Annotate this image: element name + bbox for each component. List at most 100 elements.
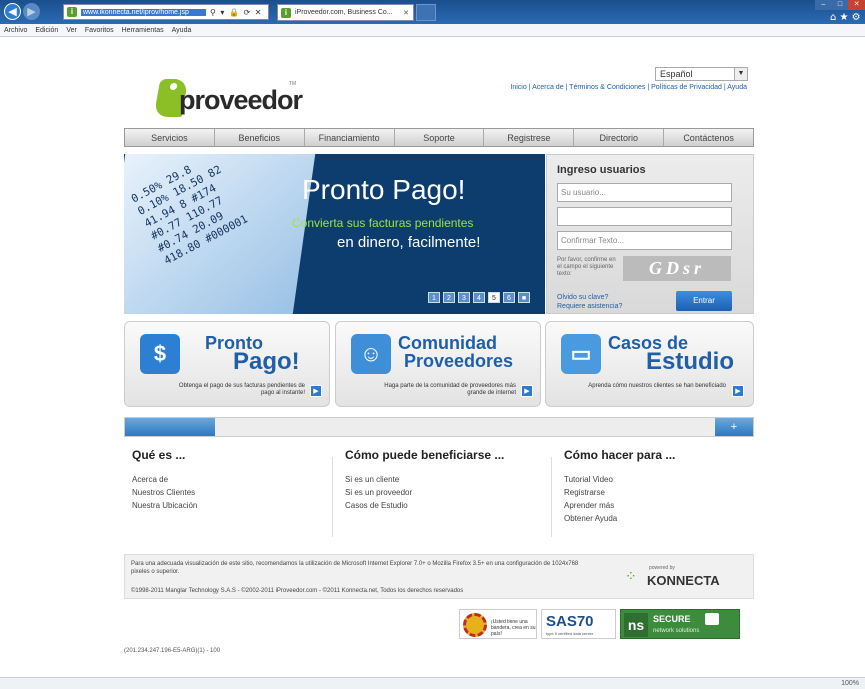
card-casos-estudio[interactable]: ▭ Casos de Estudio Aprenda cómo nuestros… (545, 321, 754, 407)
column-que-es: Qué es ... Acerca de Nuestros Clientes N… (132, 448, 322, 512)
col3-link-2[interactable]: Registrarse (564, 486, 754, 499)
contact-card-icon: ☺ (351, 334, 391, 374)
column-divider (551, 457, 552, 537)
card3-arrow-icon[interactable]: ▶ (732, 385, 744, 397)
forgot-password-link[interactable]: Olvido su clave? (557, 293, 622, 302)
col3-link-3[interactable]: Aprender más (564, 499, 754, 512)
col3-link-1[interactable]: Tutorial Video (564, 473, 754, 486)
expand-plus-icon[interactable]: + (715, 418, 753, 436)
pager-5[interactable]: 5 (488, 292, 500, 303)
tab-title: iProveedor.com, Business Co... (295, 9, 393, 16)
login-panel: Ingreso usuarios Su usuario... Confirmar… (546, 154, 754, 314)
banner-line2: en dinero, facilmente! (337, 234, 481, 251)
maximize-button[interactable]: □ (831, 0, 849, 10)
column-como-hacer: Cómo hacer para ... Tutorial Video Regis… (564, 448, 754, 525)
copyright: ©1998-2011 Manglar Technology S.A.S - ©2… (131, 588, 464, 594)
pager-2[interactable]: 2 (443, 292, 455, 303)
secure-badge[interactable]: ns SECURE network solutions (620, 609, 740, 639)
col1-title: Qué es ... (132, 448, 186, 462)
site-icon: i (67, 7, 77, 17)
login-button[interactable]: Entrar (676, 291, 732, 311)
col3-link-4[interactable]: Obtener Ayuda (564, 512, 754, 525)
konnecta-logo[interactable]: ⁘ powered by KONNECTA (625, 565, 745, 590)
nav-beneficios[interactable]: Beneficios (215, 129, 305, 146)
tab-site-icon: i (281, 7, 291, 18)
menu-ver[interactable]: Ver (66, 27, 77, 34)
sas70-badge[interactable]: SAS70 type II certified data center (541, 609, 616, 639)
hero-banner[interactable]: 0.50% 29.8 0.10% 18.50 82 41.94 8 #174 #0.7… (124, 154, 545, 314)
url-text[interactable]: www.ikonnecta.net/iprov/home.jsp (81, 8, 206, 16)
footer: Para una adecuada visualización de este … (124, 554, 754, 599)
card1-arrow-icon[interactable]: ▶ (310, 385, 322, 397)
menu-edicion[interactable]: Edición (35, 27, 58, 34)
card3-desc: Aprenda cómo nuestros clientes se han be… (588, 383, 726, 389)
nav-directorio[interactable]: Directorio (574, 129, 665, 146)
close-tab-icon[interactable]: ✕ (403, 9, 409, 17)
card2-line1: Comunidad (398, 333, 497, 353)
language-select[interactable]: Español ▼ (655, 67, 748, 81)
banner-title: Pronto Pago! (302, 174, 466, 205)
captcha-image: GDsr (623, 256, 731, 281)
ns-logo-icon: ns (624, 613, 648, 637)
nav-registrese[interactable]: Registrese (484, 129, 575, 146)
nav-contactenos[interactable]: Contáctenos (664, 129, 753, 146)
nav-financiamiento[interactable]: Financiamiento (305, 129, 395, 146)
address-tools-icons[interactable]: ⚲ ▾ 🔒 ⟳ ✕ (210, 8, 262, 17)
menu-archivo[interactable]: Archivo (4, 27, 27, 34)
banner-line1: Convierta sus facturas pendientes (292, 216, 474, 230)
col1-link-3[interactable]: Nuestra Ubicación (132, 499, 322, 512)
password-input[interactable] (557, 207, 732, 226)
secure-text: SECURE (653, 614, 691, 624)
nav-servicios[interactable]: Servicios (125, 129, 215, 146)
new-tab-button[interactable] (416, 4, 436, 21)
pager-pause-icon[interactable]: ■ (518, 292, 530, 303)
window-controls: – □ ✕ (815, 0, 865, 10)
login-links: Olvido su clave? Requiere asistencia? (557, 293, 622, 311)
back-button[interactable]: ◀ (4, 3, 21, 20)
pager-3[interactable]: 3 (458, 292, 470, 303)
col2-link-2[interactable]: Si es un proveedor (345, 486, 545, 499)
address-bar[interactable]: i www.ikonnecta.net/iprov/home.jsp ⚲ ▾ 🔒… (63, 4, 269, 20)
browser-tab[interactable]: i iProveedor.com, Business Co... ✕ (277, 4, 414, 21)
network-solutions-text: network solutions (653, 628, 700, 634)
top-links[interactable]: Inicio | Acerca de | Términos & Condicio… (480, 84, 747, 91)
menu-ayuda[interactable]: Ayuda (172, 27, 192, 34)
powered-by: powered by (649, 565, 675, 571)
status-bar: 100% (0, 677, 865, 689)
pager-4[interactable]: 4 (473, 292, 485, 303)
menu-favoritos[interactable]: Favoritos (85, 27, 114, 34)
iproveedor-logo[interactable]: proveedor TM (153, 79, 307, 119)
card1-desc: Obtenga el pago de sus facturas pendient… (178, 383, 305, 396)
nav-soporte[interactable]: Soporte (395, 129, 485, 146)
col2-link-3[interactable]: Casos de Estudio (345, 499, 545, 512)
card-comunidad[interactable]: ☺ Comunidad Proveedores Haga parte de la… (335, 321, 541, 407)
card2-arrow-icon[interactable]: ▶ (521, 385, 533, 397)
close-window-button[interactable]: ✕ (848, 0, 865, 10)
col1-link-2[interactable]: Nuestros Clientes (132, 486, 322, 499)
col2-link-1[interactable]: Si es un cliente (345, 473, 545, 486)
lock-icon (705, 613, 719, 625)
card-pronto-pago[interactable]: $ Pronto Pago! Obtenga el pago de sus fa… (124, 321, 330, 407)
sun-logo-icon (463, 613, 487, 637)
section-bar: + (124, 417, 754, 437)
zoom-level[interactable]: 100% (841, 680, 859, 687)
dollar-icon: $ (140, 334, 180, 374)
pager-6[interactable]: 6 (503, 292, 515, 303)
col2-title: Cómo puede beneficiarse ... (345, 448, 505, 462)
menu-bar: Archivo Edición Ver Favoritos Herramient… (0, 24, 865, 37)
username-input[interactable]: Su usuario... (557, 183, 732, 202)
card3-line2: Estudio (646, 348, 734, 375)
flag-campaign-badge[interactable]: ¡Usted tiene una bandera, crea en su paí… (459, 609, 537, 639)
card2-line2: Proveedores (404, 351, 514, 371)
help-link[interactable]: Requiere asistencia? (557, 302, 622, 311)
login-title: Ingreso usuarios (557, 164, 646, 176)
captcha-label: Por favor, confirme en el campo el sigui… (557, 257, 616, 277)
folder-icon: ▭ (561, 334, 601, 374)
pager-1[interactable]: 1 (428, 292, 440, 303)
forward-button[interactable]: ▶ (23, 3, 40, 20)
col1-link-1[interactable]: Acerca de (132, 473, 322, 486)
menu-herramientas[interactable]: Herramientas (122, 27, 164, 34)
home-favorites-icons[interactable]: ⌂ ★ ⚙ (830, 12, 861, 23)
minimize-button[interactable]: – (815, 0, 832, 10)
captcha-input[interactable]: Confirmar Texto... (557, 231, 732, 250)
